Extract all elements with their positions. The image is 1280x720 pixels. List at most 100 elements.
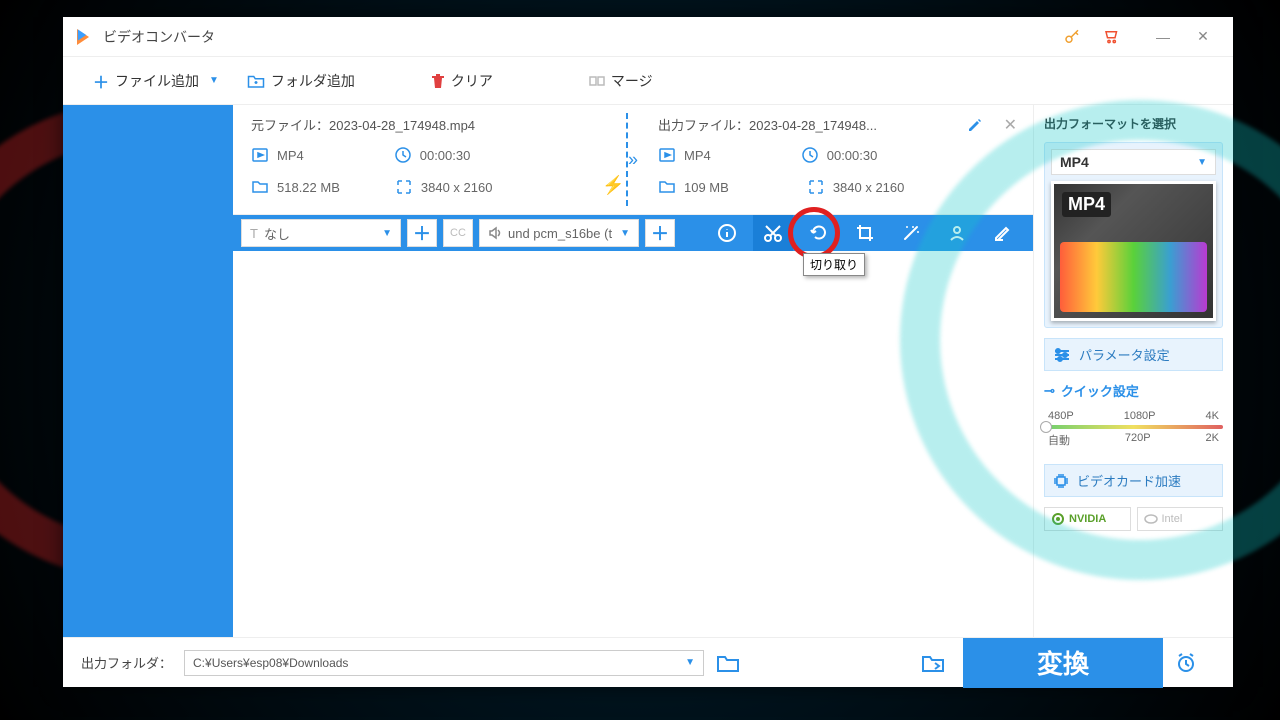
dropdown-arrow-icon: ▼ <box>620 228 630 239</box>
effects-tool[interactable] <box>891 215 931 251</box>
file-info-panel: 元ファイル：2023-04-28_174948.mp4 MP4 00:00:30 <box>233 105 1033 215</box>
dropdown-arrow-icon: ▼ <box>1197 157 1207 168</box>
app-window: ビデオコンバータ — ✕ ＋ ファイル追加 ▼ フォルダ追加 クリア <box>63 17 1233 687</box>
crop-tool[interactable] <box>845 215 885 251</box>
gpu-vendor-row: NVIDIA Intel <box>1044 507 1223 531</box>
format-select[interactable]: MP4 ▼ <box>1051 149 1216 175</box>
main-toolbar: ＋ ファイル追加 ▼ フォルダ追加 クリア マージ <box>63 57 1233 105</box>
quick-settings-title: ⊸ クイック設定 <box>1044 381 1223 400</box>
cart-icon[interactable] <box>1103 28 1143 46</box>
folder-icon <box>251 178 269 196</box>
cut-trim-tool[interactable] <box>753 215 793 251</box>
body: 元ファイル：2023-04-28_174948.mp4 MP4 00:00:30 <box>63 105 1233 637</box>
output-resolution: 3840 x 2160 <box>833 180 905 195</box>
resolution-slider[interactable]: 480P 1080P 4K 自動 720P 2K <box>1044 410 1223 454</box>
window-title: ビデオコンバータ <box>103 27 1063 47</box>
merge-icon <box>589 73 605 89</box>
video-format-icon <box>658 146 676 164</box>
scale-2k: 2K <box>1206 432 1219 448</box>
output-file-pane: › 出力ファイル：2023-04-28_174948... ✕ MP4 <box>628 105 1033 214</box>
resolution-icon <box>395 178 413 196</box>
add-folder-button[interactable]: フォルダ追加 <box>237 67 365 95</box>
source-format: MP4 <box>277 148 304 163</box>
convert-button[interactable]: 変換 <box>963 638 1163 688</box>
cc-button[interactable]: CC <box>443 219 473 247</box>
license-key-icon[interactable] <box>1063 28 1103 46</box>
remove-file-button[interactable]: ✕ <box>1004 115 1017 135</box>
footer-bar: 出力フォルダ： C:¥Users¥esp08¥Downloads ▼ 変換 <box>63 637 1233 687</box>
output-format: MP4 <box>684 148 711 163</box>
dropdown-arrow-icon: ▼ <box>685 657 695 668</box>
trash-icon <box>431 73 445 89</box>
title-bar: ビデオコンバータ — ✕ <box>63 17 1233 57</box>
browse-folder-button[interactable] <box>716 653 746 673</box>
source-file-pane: 元ファイル：2023-04-28_174948.mp4 MP4 00:00:30 <box>233 105 626 214</box>
chevron-right-icon: › <box>632 149 638 170</box>
timer-alarm-button[interactable] <box>1175 652 1215 674</box>
output-format-title: 出力フォーマットを選択 <box>1044 115 1223 132</box>
source-file-title: 元ファイル：2023-04-28_174948.mp4 <box>251 115 608 134</box>
clock-icon <box>801 146 819 164</box>
add-folder-label: フォルダ追加 <box>271 71 355 91</box>
app-logo-icon <box>73 26 95 48</box>
gpu-accel-button[interactable]: ビデオカード加速 <box>1044 464 1223 497</box>
add-subtitle-button[interactable]: ＋ <box>407 219 437 247</box>
text-t-icon: T <box>250 226 258 241</box>
sliders-icon <box>1053 348 1071 362</box>
format-thumbnail: MP4 <box>1051 181 1216 321</box>
nvidia-badge[interactable]: NVIDIA <box>1044 507 1131 531</box>
source-resolution: 3840 x 2160 <box>421 180 493 195</box>
resolution-icon <box>807 178 825 196</box>
add-file-button[interactable]: ＋ ファイル追加 ▼ <box>83 65 229 97</box>
rotate-tool[interactable] <box>799 215 839 251</box>
open-output-folder-button[interactable] <box>921 653 951 673</box>
nvidia-eye-icon <box>1051 512 1065 526</box>
parameter-settings-button[interactable]: パラメータ設定 <box>1044 338 1223 371</box>
subtitle-select[interactable]: T なし ▼ <box>241 219 401 247</box>
output-duration: 00:00:30 <box>827 148 878 163</box>
left-sidebar <box>63 105 233 637</box>
chip-icon <box>1053 473 1069 489</box>
right-panel: 出力フォーマットを選択 MP4 ▼ MP4 パラメータ設定 ⊸ クイック設定 <box>1033 105 1233 637</box>
source-duration: 00:00:30 <box>420 148 471 163</box>
output-file-title: 出力ファイル：2023-04-28_174948... <box>658 115 1015 134</box>
scale-1080p: 1080P <box>1124 410 1156 422</box>
info-tool[interactable] <box>707 215 747 251</box>
clear-label: クリア <box>451 71 493 91</box>
cut-tooltip: 切り取り <box>803 253 865 276</box>
close-window-button[interactable]: ✕ <box>1183 28 1223 45</box>
intel-icon <box>1144 512 1158 526</box>
clear-button[interactable]: クリア <box>421 67 503 95</box>
plus-icon: ＋ <box>93 69 109 93</box>
speaker-icon <box>488 226 502 240</box>
output-folder-label: 出力フォルダ： <box>81 653 172 672</box>
scale-480p: 480P <box>1048 410 1074 422</box>
slider-knob[interactable] <box>1040 421 1052 433</box>
edit-pencil-icon[interactable] <box>967 117 983 133</box>
minimize-button[interactable]: — <box>1143 29 1183 45</box>
output-size: 109 MB <box>684 180 729 195</box>
add-audio-button[interactable]: ＋ <box>645 219 675 247</box>
folder-plus-icon <box>247 73 265 89</box>
scale-720p: 720P <box>1125 432 1151 448</box>
dropdown-arrow-icon: ▼ <box>382 228 392 239</box>
add-file-label: ファイル追加 <box>115 71 199 91</box>
edit-tool[interactable] <box>983 215 1023 251</box>
audio-track-select[interactable]: und pcm_s16be (t ▼ <box>479 219 639 247</box>
bullet-icon: ⊸ <box>1044 383 1055 399</box>
source-size: 518.22 MB <box>277 180 340 195</box>
format-card[interactable]: MP4 ▼ MP4 <box>1044 142 1223 328</box>
watermark-tool[interactable] <box>937 215 977 251</box>
intel-badge[interactable]: Intel <box>1137 507 1224 531</box>
output-folder-select[interactable]: C:¥Users¥esp08¥Downloads ▼ <box>184 650 704 676</box>
thumb-format-label: MP4 <box>1062 192 1111 217</box>
scale-auto: 自動 <box>1048 432 1070 448</box>
folder-icon <box>658 178 676 196</box>
empty-area <box>233 251 1033 637</box>
main-content: 元ファイル：2023-04-28_174948.mp4 MP4 00:00:30 <box>233 105 1033 637</box>
merge-label: マージ <box>611 71 653 91</box>
clock-icon <box>394 146 412 164</box>
dropdown-arrow-icon[interactable]: ▼ <box>209 75 219 86</box>
merge-button[interactable]: マージ <box>579 67 663 95</box>
lightning-icon: ⚡ <box>602 175 624 196</box>
